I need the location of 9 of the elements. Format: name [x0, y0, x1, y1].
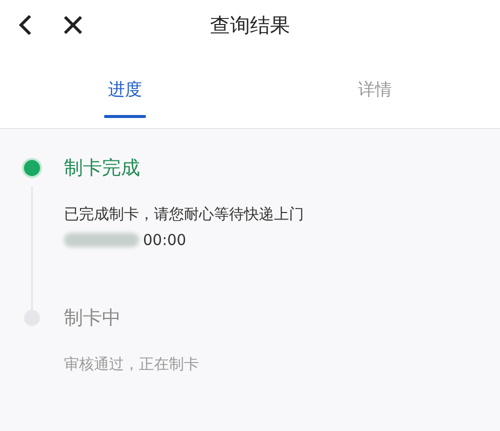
step-title: 制卡中 [64, 306, 121, 331]
tab[interactable]: 进度 [104, 50, 146, 128]
step-time: 00:00 [143, 231, 186, 249]
close-icon[interactable] [63, 15, 83, 35]
back-icon[interactable] [17, 14, 33, 36]
page-title: 查询结果 [210, 12, 290, 36]
step-title: 制卡完成 [64, 156, 140, 181]
step-description: 审核通过，正在制卡 [64, 354, 199, 375]
step-description: 已完成制卡，请您耐心等待快递上门 [64, 204, 304, 225]
